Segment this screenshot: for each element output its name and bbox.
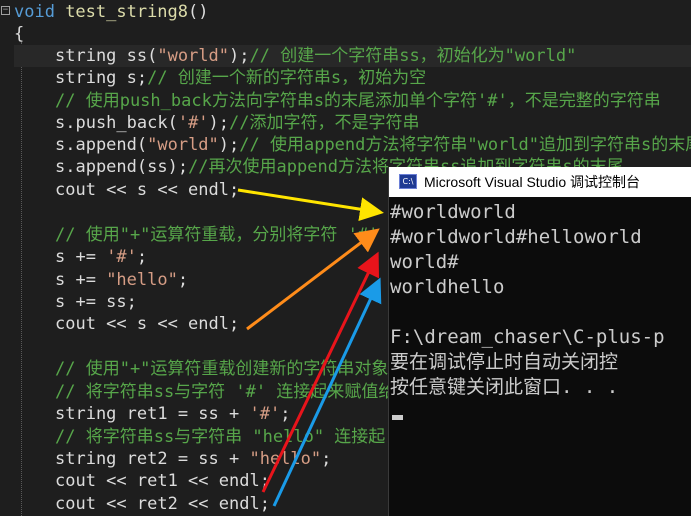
annotation-arrows [237, 188, 384, 507]
blue-arrow [272, 277, 382, 507]
red-arrow [261, 251, 380, 493]
orange-arrow [246, 228, 380, 331]
yellow-arrow [237, 188, 384, 222]
